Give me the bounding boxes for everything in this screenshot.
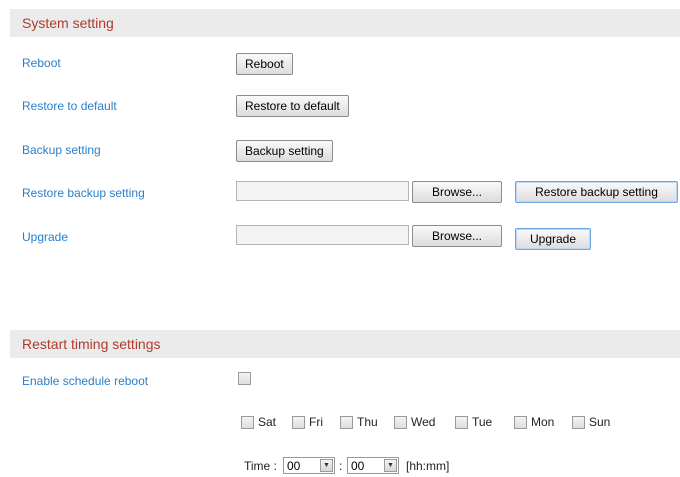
day-tue-checkbox[interactable] bbox=[455, 416, 468, 429]
system-setting-header: System setting bbox=[10, 9, 680, 37]
backup-setting-label: Backup setting bbox=[22, 143, 101, 157]
time-separator: : bbox=[339, 459, 343, 473]
upgrade-label: Upgrade bbox=[22, 230, 69, 244]
day-thu-label: Thu bbox=[357, 415, 378, 429]
day-sun-label: Sun bbox=[589, 415, 611, 429]
restart-timing-header: Restart timing settings bbox=[10, 330, 680, 358]
time-label: Time : bbox=[244, 459, 277, 473]
restore-backup-browse-button[interactable]: Browse... bbox=[412, 181, 502, 203]
upgrade-browse-button[interactable]: Browse... bbox=[412, 225, 502, 247]
hour-select[interactable]: 00 ▼ bbox=[283, 457, 335, 474]
day-wed-checkbox[interactable] bbox=[394, 416, 407, 429]
backup-setting-button[interactable]: Backup setting bbox=[236, 140, 333, 162]
restore-default-button[interactable]: Restore to default bbox=[236, 95, 349, 117]
upgrade-button[interactable]: Upgrade bbox=[515, 228, 591, 250]
reboot-label: Reboot bbox=[22, 56, 61, 70]
minute-value: 00 bbox=[351, 459, 365, 473]
day-fri-checkbox[interactable] bbox=[292, 416, 305, 429]
day-sat-checkbox[interactable] bbox=[241, 416, 254, 429]
time-format-hint: [hh:mm] bbox=[406, 459, 450, 473]
restore-default-label: Restore to default bbox=[22, 99, 117, 113]
hour-value: 00 bbox=[287, 459, 301, 473]
minute-select[interactable]: 00 ▼ bbox=[347, 457, 399, 474]
enable-schedule-reboot-checkbox[interactable] bbox=[238, 372, 251, 385]
day-mon-checkbox[interactable] bbox=[514, 416, 527, 429]
day-wed-label: Wed bbox=[411, 415, 436, 429]
day-thu-checkbox[interactable] bbox=[340, 416, 353, 429]
reboot-button[interactable]: Reboot bbox=[236, 53, 293, 75]
enable-schedule-reboot-label: Enable schedule reboot bbox=[22, 374, 149, 388]
minute-dropdown-arrow-icon[interactable]: ▼ bbox=[384, 459, 397, 472]
upgrade-file-input[interactable] bbox=[236, 225, 409, 245]
day-mon-label: Mon bbox=[531, 415, 555, 429]
day-fri-label: Fri bbox=[309, 415, 323, 429]
hour-dropdown-arrow-icon[interactable]: ▼ bbox=[320, 459, 333, 472]
restore-backup-file-input[interactable] bbox=[236, 181, 409, 201]
day-tue-label: Tue bbox=[472, 415, 493, 429]
day-sun-checkbox[interactable] bbox=[572, 416, 585, 429]
restore-backup-button[interactable]: Restore backup setting bbox=[515, 181, 678, 203]
restore-backup-label: Restore backup setting bbox=[22, 186, 145, 200]
day-sat-label: Sat bbox=[258, 415, 277, 429]
